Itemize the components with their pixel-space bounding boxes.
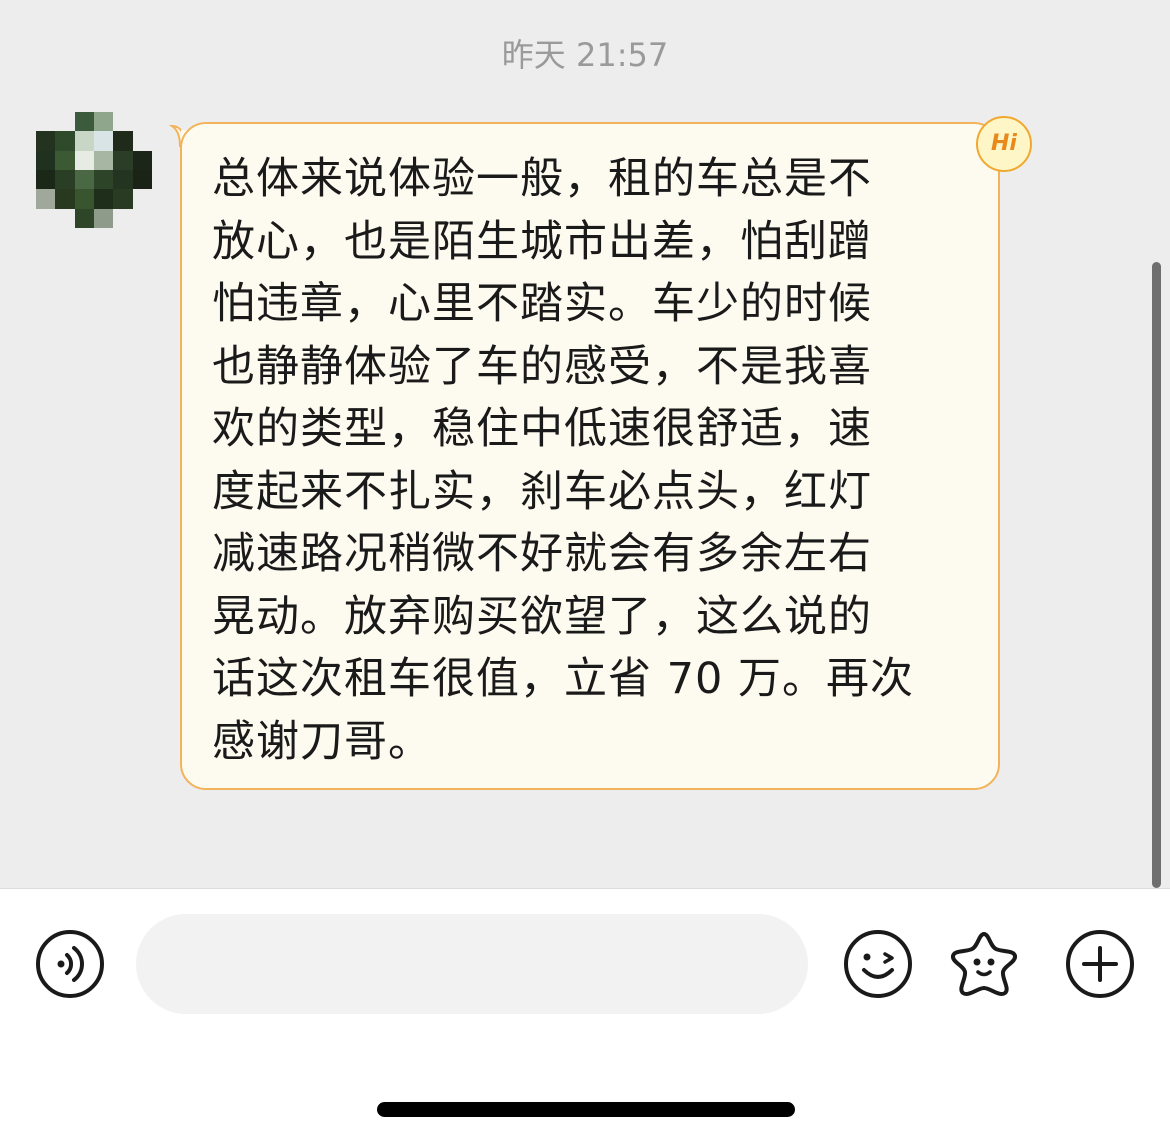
avatar-pixel bbox=[132, 150, 152, 170]
voice-icon[interactable] bbox=[34, 928, 106, 1000]
avatar-pixel bbox=[132, 112, 152, 132]
avatar-pixel bbox=[113, 170, 133, 190]
avatar-pixel bbox=[55, 112, 75, 132]
avatar-pixel bbox=[94, 112, 114, 132]
avatar-pixel bbox=[55, 189, 75, 209]
avatar-pixel bbox=[55, 208, 75, 228]
avatar-pixel bbox=[74, 189, 94, 209]
avatar-pixel bbox=[55, 150, 75, 170]
message-line: 怕违章，心里不踏实。车少的时候 bbox=[212, 279, 872, 329]
avatar-pixel bbox=[36, 170, 56, 190]
avatar-pixel bbox=[113, 112, 133, 132]
avatar-pixel bbox=[132, 208, 152, 228]
message-timestamp: 昨天 21:57 bbox=[501, 36, 669, 74]
avatar-pixel bbox=[94, 131, 114, 151]
avatar-pixel bbox=[55, 131, 75, 151]
avatar-pixel bbox=[55, 170, 75, 190]
avatar-pixel bbox=[113, 150, 133, 170]
avatar-pixel bbox=[36, 189, 56, 209]
avatar-pixel bbox=[74, 131, 94, 151]
message-line: 感谢刀哥。 bbox=[212, 716, 432, 767]
scrollbar[interactable] bbox=[1152, 262, 1161, 888]
avatar-pixel bbox=[36, 208, 56, 228]
avatar-pixel bbox=[36, 131, 56, 151]
message-line: 晃动。放弃购买欲望了，这么说的 bbox=[212, 591, 872, 642]
message-input[interactable] bbox=[136, 914, 808, 1014]
avatar-pixel bbox=[132, 170, 152, 190]
contact-avatar[interactable] bbox=[36, 112, 152, 228]
message-line: 度起来不扎实，刹车必点头，红灯 bbox=[212, 466, 872, 517]
avatar-pixel bbox=[74, 170, 94, 190]
avatar-pixel bbox=[74, 150, 94, 170]
avatar-pixel bbox=[74, 112, 94, 132]
chat-area: 昨天 21:57 总体来说体验一般，租的车总是不 放心，也是陌生城市出差，怕刮蹭怕… bbox=[0, 0, 1170, 889]
avatar-pixel bbox=[94, 170, 114, 190]
message-line: 欢的类型，稳住中低速很舒适，速 bbox=[212, 404, 872, 454]
avatar-pixel bbox=[94, 189, 114, 209]
avatar-pixel bbox=[36, 150, 56, 170]
sticker-icon[interactable] bbox=[948, 928, 1020, 1000]
avatar-pixel bbox=[113, 208, 133, 228]
message-line: 总体来说体验一般，租的车总是不 bbox=[212, 154, 872, 204]
avatar-pixel bbox=[94, 150, 114, 170]
message-line: 放心，也是陌生城市出差，怕刮蹭 bbox=[212, 216, 872, 267]
hi-badge[interactable]: Hi bbox=[976, 116, 1032, 172]
avatar-pixel bbox=[132, 189, 152, 209]
avatar-pixel bbox=[113, 189, 133, 209]
emoji-icon[interactable] bbox=[842, 928, 914, 1000]
avatar-pixel bbox=[94, 208, 114, 228]
home-indicator[interactable] bbox=[377, 1102, 795, 1117]
avatar-pixel bbox=[36, 112, 56, 132]
message-line: 话这次租车很值，立省 70 万。再次 bbox=[212, 654, 915, 704]
message-text: 总体来说体验一般，租的车总是不 放心，也是陌生城市出差，怕刮蹭 怕违章，心里不踏实。… bbox=[212, 148, 972, 773]
avatar-pixel bbox=[74, 208, 94, 228]
message-line: 也静静体验了车的感受，不是我喜 bbox=[212, 341, 872, 392]
message-line: 减速路况稍微不好就会有多余左右 bbox=[212, 529, 872, 579]
avatar-pixel bbox=[113, 131, 133, 151]
message-bubble[interactable]: 总体来说体验一般，租的车总是不 放心，也是陌生城市出差，怕刮蹭 怕违章，心里不踏实。… bbox=[180, 122, 1000, 790]
avatar-pixel bbox=[132, 131, 152, 151]
add-icon[interactable] bbox=[1064, 928, 1136, 1000]
